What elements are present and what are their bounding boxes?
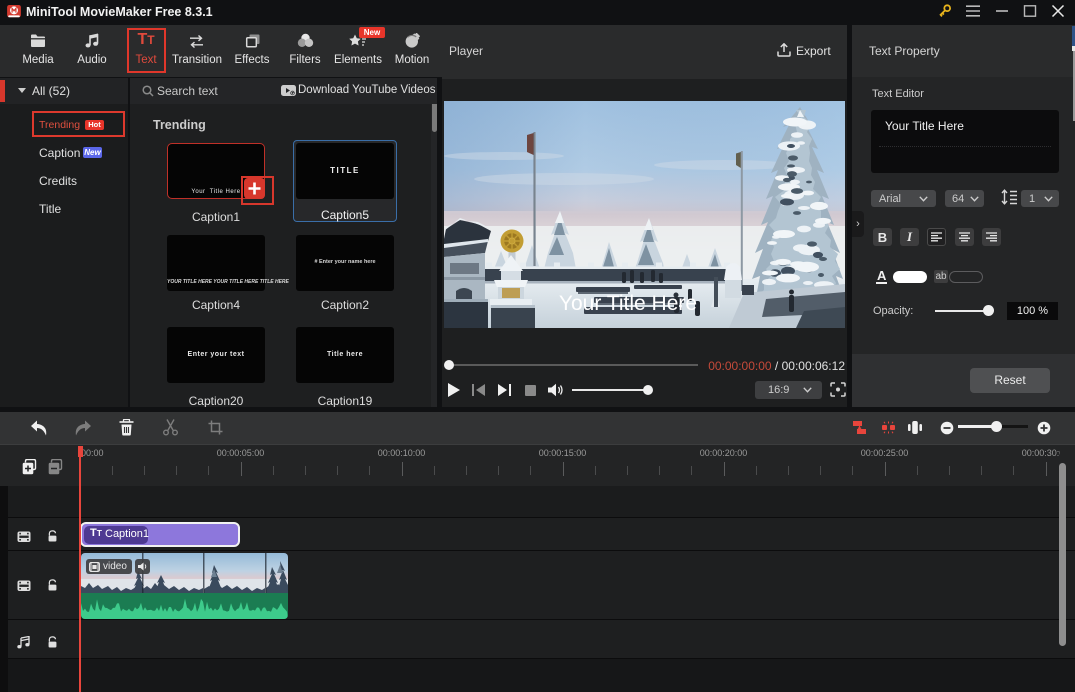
svg-text:G: G — [291, 91, 295, 96]
svg-text:Your Title Here: Your Title Here — [559, 292, 697, 315]
